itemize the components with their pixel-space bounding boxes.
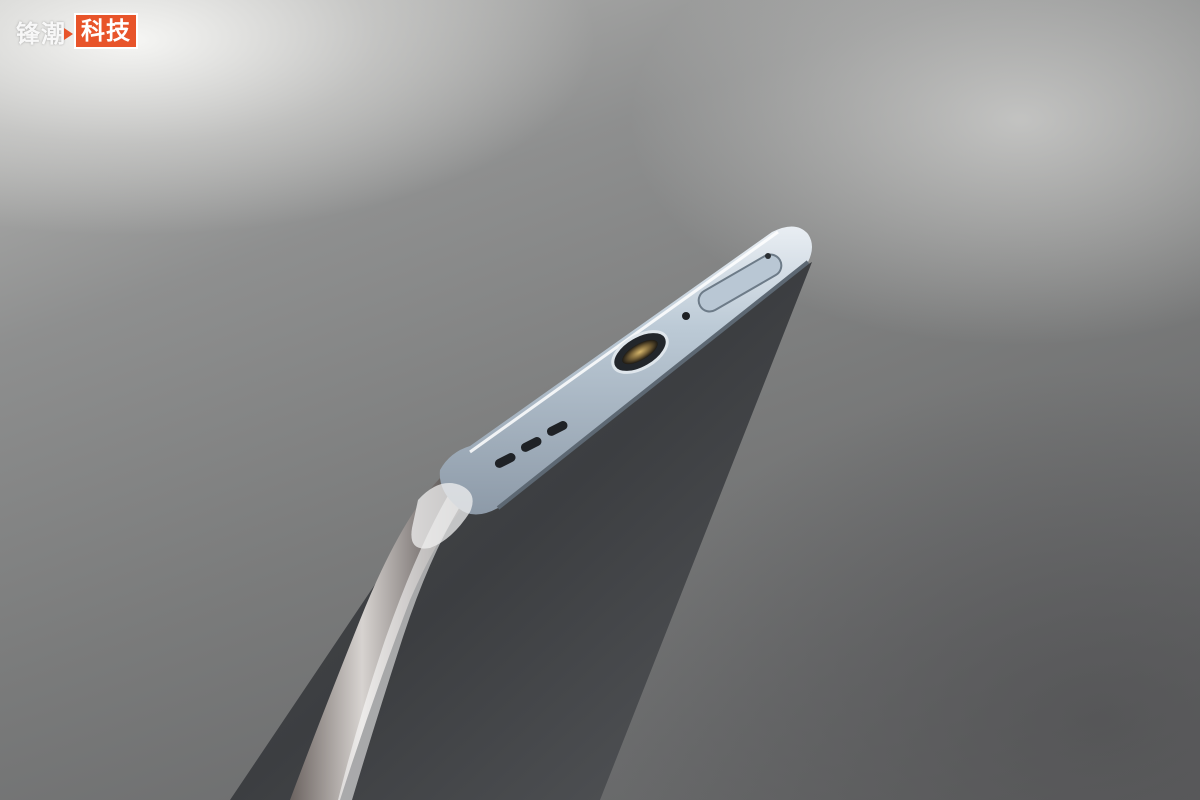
- phone-photo: [230, 226, 812, 800]
- watermark-text-right: 科技: [74, 13, 138, 49]
- play-icon: [64, 28, 73, 40]
- photo-scene: 锋潮 科技: [0, 0, 1200, 800]
- microphone-hole-icon: [682, 312, 690, 320]
- watermark-text-left: 锋潮: [16, 19, 66, 48]
- brand-watermark: 锋潮 科技: [16, 13, 138, 49]
- phone-back-panel: [230, 262, 812, 800]
